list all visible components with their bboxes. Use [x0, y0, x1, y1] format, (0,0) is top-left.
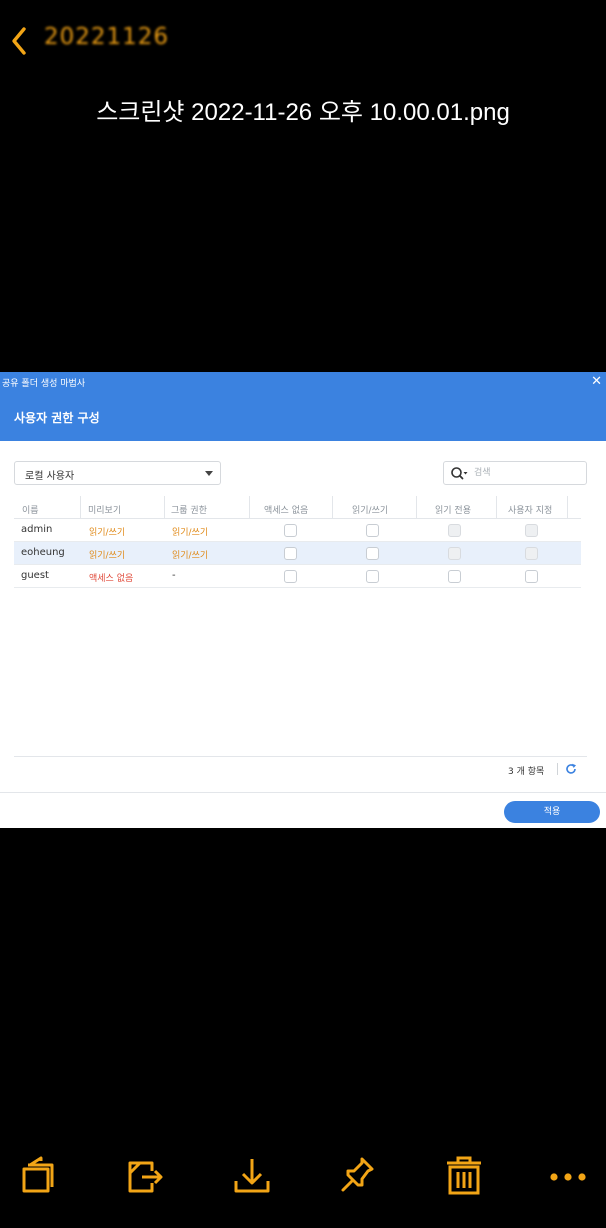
preview-permission: 읽기/쓰기 — [89, 528, 126, 538]
col-group[interactable]: 그룹 권한 — [171, 503, 207, 516]
pin-icon — [341, 1157, 374, 1192]
col-preview[interactable]: 미리보기 — [88, 503, 121, 516]
section-title: 사용자 권한 구성 — [14, 411, 100, 425]
col-separator — [80, 496, 81, 519]
download-button[interactable] — [232, 1155, 272, 1197]
col-read-only[interactable]: 읽기 전용 — [435, 503, 471, 516]
back-folder-label[interactable]: 20221126 — [44, 24, 169, 50]
read-only-checkbox[interactable] — [448, 570, 461, 583]
top-bar: 20221126 — [0, 18, 606, 62]
user-name: eoheung — [21, 547, 65, 558]
table-row[interactable]: eoheung 읽기/쓰기 읽기/쓰기 — [14, 542, 581, 565]
user-name: guest — [21, 570, 49, 581]
phone-screen: 20221126 스크린샷 2022-11-26 오후 10.00.01.png… — [0, 0, 606, 1228]
close-icon[interactable]: ✕ — [591, 374, 602, 389]
col-name[interactable]: 이름 — [22, 503, 39, 516]
col-read-write[interactable]: 읽기/쓰기 — [352, 503, 388, 516]
chevron-left-icon — [12, 27, 26, 55]
group-permission: - — [172, 570, 176, 581]
table-row[interactable]: guest 액세스 없음 - — [14, 565, 581, 588]
bottom-toolbar — [0, 1155, 606, 1205]
copy-button[interactable] — [18, 1155, 58, 1197]
read-write-checkbox[interactable] — [366, 570, 379, 583]
screenshot-preview: 공유 폴더 생성 마법사 ✕ 사용자 권한 구성 로컬 사용자 이름 미리보기 … — [0, 372, 606, 828]
footer-separator — [557, 763, 558, 775]
preview-permission: 액세스 없음 — [89, 574, 134, 584]
more-icon — [550, 1173, 586, 1181]
user-type-select[interactable]: 로컬 사용자 — [14, 461, 221, 485]
item-count: 3 개 항목 — [508, 767, 545, 777]
custom-checkbox — [525, 547, 538, 560]
search-box[interactable] — [443, 461, 587, 485]
search-input[interactable] — [474, 465, 582, 481]
refresh-icon[interactable] — [565, 763, 577, 775]
read-write-checkbox[interactable] — [366, 524, 379, 537]
col-custom[interactable]: 사용자 지정 — [508, 503, 552, 516]
col-separator — [416, 496, 417, 519]
col-separator — [249, 496, 250, 519]
custom-checkbox — [525, 524, 538, 537]
dialog-header: 공유 폴더 생성 마법사 ✕ 사용자 권한 구성 — [0, 372, 606, 441]
apply-button[interactable]: 적용 — [504, 801, 600, 823]
table-row[interactable]: admin 읽기/쓰기 읽기/쓰기 — [14, 519, 581, 542]
search-icon — [451, 467, 468, 480]
wizard-title: 공유 폴더 생성 마법사 — [2, 379, 86, 389]
custom-checkbox[interactable] — [525, 570, 538, 583]
delete-button[interactable] — [444, 1155, 484, 1197]
trash-icon — [447, 1156, 481, 1195]
table-header: 이름 미리보기 그룹 권한 액세스 없음 읽기/쓰기 읽기 전용 사용자 지정 — [14, 496, 581, 519]
no-access-checkbox[interactable] — [284, 524, 297, 537]
read-only-checkbox — [448, 524, 461, 537]
col-separator — [332, 496, 333, 519]
user-type-value: 로컬 사용자 — [25, 471, 75, 482]
col-separator — [496, 496, 497, 519]
more-button[interactable] — [548, 1155, 588, 1197]
copy-icon — [22, 1156, 54, 1193]
col-no-access[interactable]: 액세스 없음 — [264, 503, 308, 516]
user-name: admin — [21, 524, 53, 535]
group-permission: 읽기/쓰기 — [172, 528, 209, 538]
move-icon — [128, 1161, 163, 1193]
download-icon — [234, 1159, 270, 1193]
read-write-checkbox[interactable] — [366, 547, 379, 560]
col-separator — [164, 496, 165, 519]
move-button[interactable] — [126, 1155, 166, 1197]
pin-button[interactable] — [338, 1155, 378, 1197]
preview-permission: 읽기/쓰기 — [89, 551, 126, 561]
dialog-footer-divider — [0, 792, 606, 793]
no-access-checkbox[interactable] — [284, 570, 297, 583]
file-title: 스크린샷 2022-11-26 오후 10.00.01.png — [96, 99, 510, 126]
caret-down-icon — [205, 471, 213, 476]
group-permission: 읽기/쓰기 — [172, 551, 209, 561]
back-button[interactable] — [6, 24, 34, 58]
no-access-checkbox[interactable] — [284, 547, 297, 560]
col-separator — [567, 496, 568, 519]
table-footer-divider — [14, 756, 587, 757]
read-only-checkbox — [448, 547, 461, 560]
